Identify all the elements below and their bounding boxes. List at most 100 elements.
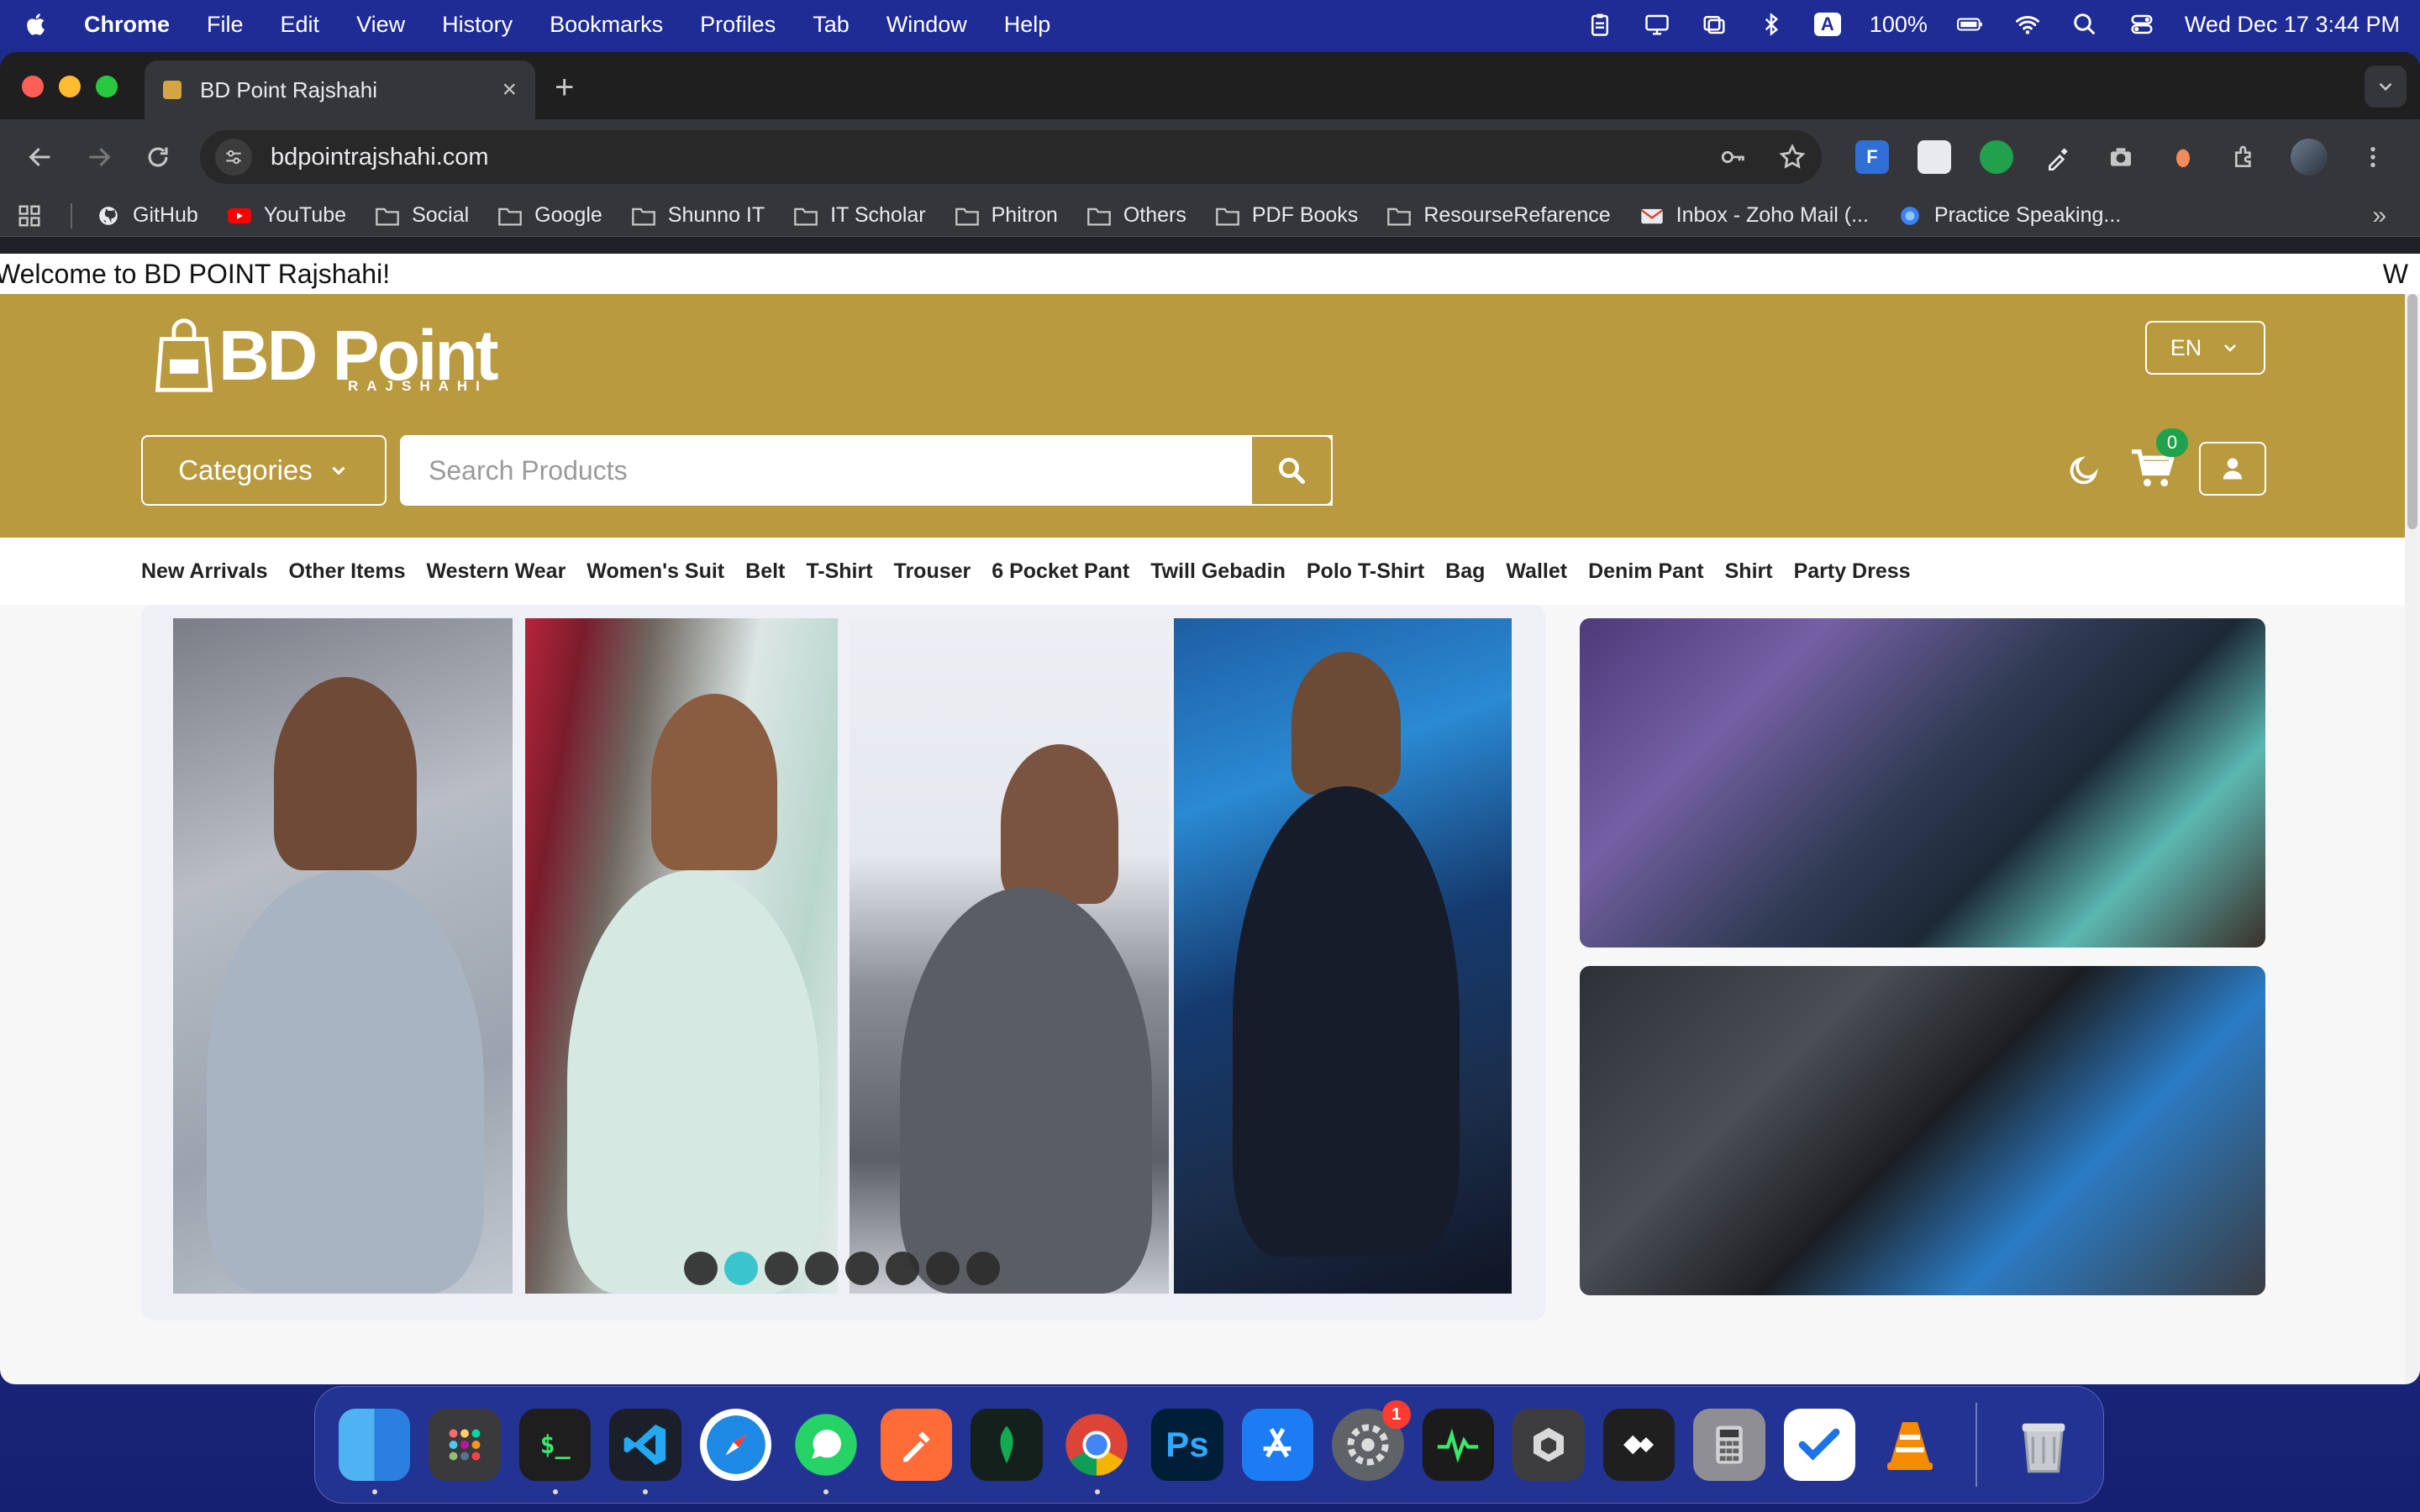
search-button[interactable] <box>1250 435 1333 506</box>
nav-bag[interactable]: Bag <box>1445 559 1485 584</box>
bookmark-folder-resourse-refarence[interactable]: ResourseRefarence <box>1386 203 1611 228</box>
dock-anydesk-icon[interactable] <box>1602 1409 1676 1481</box>
slider-dot[interactable] <box>886 1252 919 1285</box>
dock-calculator-icon[interactable] <box>1693 1409 1765 1481</box>
wifi-icon[interactable] <box>2013 12 2042 37</box>
bookmark-github[interactable]: GitHub <box>96 203 198 228</box>
nav-6-pocket-pant[interactable]: 6 Pocket Pant <box>992 559 1129 584</box>
scrollbar-thumb[interactable] <box>2407 294 2417 529</box>
color-picker-icon[interactable] <box>2042 140 2075 174</box>
tab-close-icon[interactable]: × <box>502 76 517 104</box>
dock-chrome-icon[interactable] <box>1061 1409 1133 1494</box>
nav-western-wear[interactable]: Western Wear <box>426 559 566 584</box>
chrome-menu-icon[interactable] <box>2356 140 2390 174</box>
dock-activity-monitor-icon[interactable] <box>1422 1409 1495 1481</box>
hero-slider[interactable] <box>141 605 1546 1320</box>
slider-dot[interactable] <box>926 1252 960 1285</box>
battery-icon[interactable] <box>1956 12 1985 37</box>
url-text[interactable]: bdpointrajshahi.com <box>271 144 489 171</box>
slider-dot[interactable] <box>966 1252 1000 1285</box>
menubar-view[interactable]: View <box>356 12 405 38</box>
menubar-window[interactable]: Window <box>886 12 967 38</box>
site-info-icon[interactable] <box>215 139 252 176</box>
reload-button[interactable] <box>134 134 182 181</box>
forward-button[interactable] <box>76 134 123 181</box>
bookmark-folder-pdf-books[interactable]: PDF Books <box>1215 203 1358 228</box>
bluetooth-icon[interactable] <box>1757 12 1786 37</box>
bookmark-folder-shunno-it[interactable]: Shunno IT <box>631 203 765 228</box>
nav-other-items[interactable]: Other Items <box>289 559 406 584</box>
menubar-edit[interactable]: Edit <box>281 12 320 38</box>
dock-postman-icon[interactable] <box>880 1409 953 1481</box>
nav-wallet[interactable]: Wallet <box>1506 559 1567 584</box>
doc-extension-icon[interactable] <box>1918 140 1951 174</box>
apple-icon[interactable] <box>20 8 54 41</box>
menubar-profiles[interactable]: Profiles <box>700 12 776 38</box>
nav-t-shirt[interactable]: T-Shirt <box>806 559 872 584</box>
slider-dot[interactable] <box>845 1252 879 1285</box>
close-window-button[interactable] <box>22 76 44 97</box>
nav-womens-suit[interactable]: Women's Suit <box>587 559 724 584</box>
menubar-tab[interactable]: Tab <box>813 12 850 38</box>
dock-vm-icon[interactable] <box>1512 1409 1585 1481</box>
slider-dot[interactable] <box>684 1252 718 1285</box>
bookmark-folder-google[interactable]: Google <box>497 203 602 228</box>
language-selector[interactable]: EN <box>2145 321 2265 375</box>
new-tab-button[interactable]: + <box>555 69 574 107</box>
back-button[interactable] <box>17 134 64 181</box>
bookmark-folder-social[interactable]: Social <box>375 203 469 228</box>
nav-twill-gebadin[interactable]: Twill Gebadin <box>1150 559 1286 584</box>
password-key-icon[interactable] <box>1719 143 1748 171</box>
extensions-puzzle-icon[interactable] <box>2228 140 2262 174</box>
menubar-clock[interactable]: Wed Dec 17 3:44 PM <box>2185 12 2400 38</box>
dock-app-store-icon[interactable] <box>1241 1409 1314 1481</box>
spotlight-search-icon[interactable] <box>2070 12 2099 37</box>
tab-bd-point[interactable]: BD Point Rajshahi × <box>145 60 535 119</box>
profile-avatar[interactable] <box>2291 139 2328 176</box>
record-extension-icon[interactable] <box>2166 140 2200 174</box>
nav-party-dress[interactable]: Party Dress <box>1794 559 1911 584</box>
dark-mode-moon-icon[interactable] <box>2067 454 2101 487</box>
input-source-indicator[interactable]: A <box>1813 13 1841 36</box>
nav-shirt[interactable]: Shirt <box>1725 559 1773 584</box>
apps-grid-icon[interactable] <box>17 203 42 228</box>
page-scrollbar[interactable] <box>2405 294 2420 1384</box>
nav-trouser[interactable]: Trouser <box>894 559 971 584</box>
slider-dot[interactable] <box>805 1252 839 1285</box>
promo-banner-saree[interactable] <box>1580 618 2265 948</box>
bookmark-folder-it-scholar[interactable]: IT Scholar <box>793 203 926 228</box>
slider-dot-active[interactable] <box>724 1252 758 1285</box>
nav-polo-t-shirt[interactable]: Polo T-Shirt <box>1307 559 1424 584</box>
bookmark-practice-speaking[interactable]: Practice Speaking... <box>1897 203 2121 228</box>
dock-finder-icon[interactable] <box>339 1409 411 1494</box>
bookmark-zoho-mail[interactable]: Inbox - Zoho Mail (... <box>1639 203 1869 228</box>
menubar-help[interactable]: Help <box>1004 12 1051 38</box>
control-center-icon[interactable] <box>2128 12 2156 37</box>
minimize-window-button[interactable] <box>59 76 81 97</box>
site-logo[interactable]: BD Point RAJSHAHI <box>153 309 499 402</box>
bookmark-folder-others[interactable]: Others <box>1086 203 1186 228</box>
dock-whatsapp-icon[interactable] <box>790 1409 861 1494</box>
dock-safari-icon[interactable] <box>699 1409 772 1481</box>
nav-new-arrivals[interactable]: New Arrivals <box>141 559 268 584</box>
address-bar[interactable]: bdpointrajshahi.com <box>200 130 1822 184</box>
menubar-app-name[interactable]: Chrome <box>84 12 170 38</box>
categories-dropdown[interactable]: Categories <box>141 435 387 506</box>
nav-belt[interactable]: Belt <box>745 559 785 584</box>
zoom-window-button[interactable] <box>96 76 118 97</box>
dock-launchpad-icon[interactable] <box>429 1409 501 1481</box>
display-icon[interactable] <box>1643 12 1671 37</box>
bookmark-folder-phitron[interactable]: Phitron <box>955 203 1058 228</box>
promo-banner-tshirt[interactable] <box>1580 966 2265 1295</box>
stage-manager-icon[interactable] <box>1700 12 1728 37</box>
fi-extension-icon[interactable]: F <box>1855 140 1889 174</box>
search-input[interactable] <box>400 435 1333 506</box>
menubar-bookmarks[interactable]: Bookmarks <box>550 12 663 38</box>
tab-search-button[interactable] <box>2365 66 2407 108</box>
dock-trash-icon[interactable] <box>2007 1409 2079 1481</box>
dock-photoshop-icon[interactable]: Ps <box>1151 1409 1223 1481</box>
bookmarks-overflow-button[interactable]: » <box>2372 202 2386 230</box>
bookmark-star-icon[interactable] <box>1778 143 1807 171</box>
dock-tasks-icon[interactable] <box>1783 1409 1855 1481</box>
dock-mongodb-compass-icon[interactable] <box>971 1409 1043 1481</box>
